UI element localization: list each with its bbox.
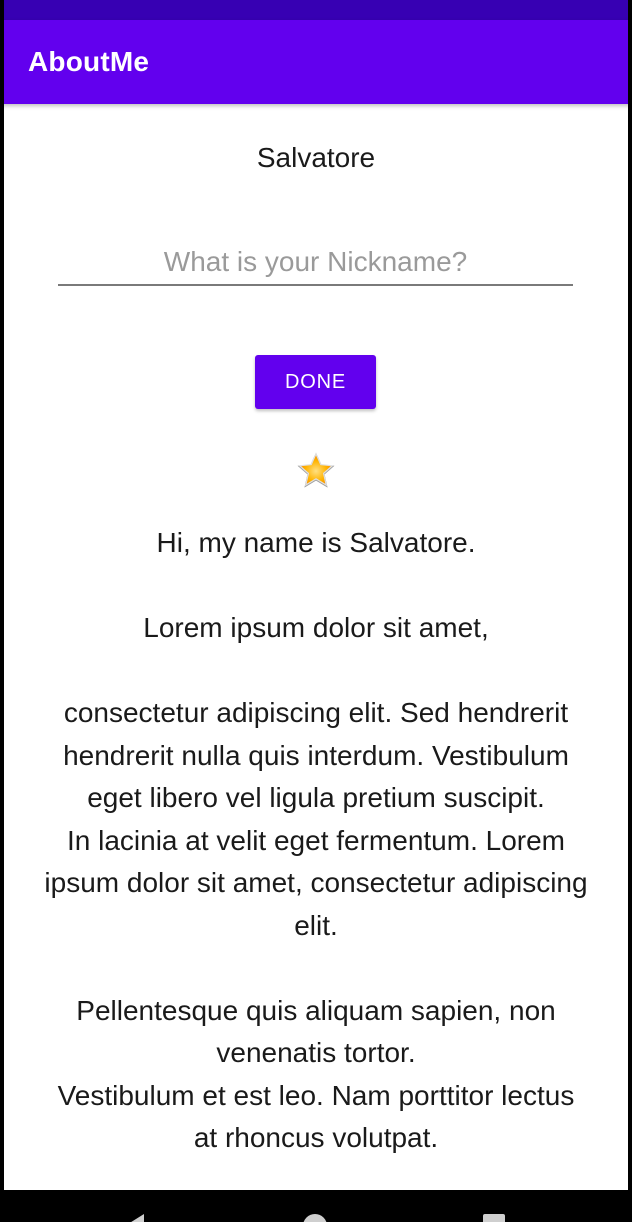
name-text: Salvatore: [256, 142, 376, 173]
content-scroll-area[interactable]: Salvatore DONE Hi, my name is Salvatore.…: [4, 104, 628, 1190]
device-frame-left: [0, 0, 4, 1222]
star-icon: [297, 452, 335, 488]
home-icon[interactable]: [303, 1214, 327, 1222]
app-bar: AboutMe: [0, 20, 632, 104]
back-icon[interactable]: [128, 1214, 144, 1222]
device-frame-right: [628, 0, 632, 1222]
navigation-bar: [0, 1190, 632, 1222]
about-me-screen: AboutMe Salvatore DONE Hi, my name is Sa…: [0, 0, 632, 1222]
done-button[interactable]: DONE: [255, 355, 376, 409]
app-title: AboutMe: [28, 46, 150, 77]
status-bar: [0, 0, 632, 20]
bio-text: Hi, my name is Salvatore. Lorem ipsum do…: [44, 527, 588, 1153]
nickname-input[interactable]: [58, 244, 573, 286]
recents-icon[interactable]: [483, 1214, 505, 1222]
